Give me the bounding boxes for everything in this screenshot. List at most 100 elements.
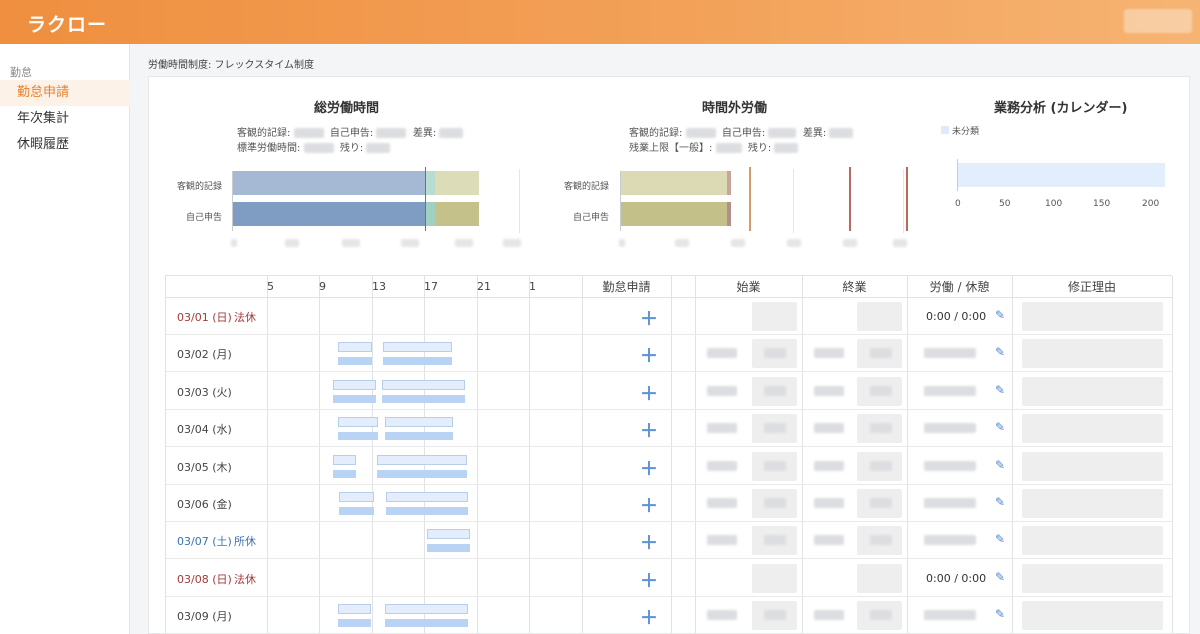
analysis-unclassified-bar: [958, 163, 1165, 187]
edit-pencil-icon[interactable]: ✎: [995, 607, 1005, 621]
row-day-type-tag: 所休: [234, 535, 256, 549]
start-time-input[interactable]: [752, 563, 797, 593]
add-request-button[interactable]: ＋: [640, 342, 658, 368]
total-hours-title: 総労働時間: [314, 101, 380, 116]
blurred-value: [924, 535, 976, 546]
edit-pencil-icon[interactable]: ✎: [995, 345, 1005, 359]
sidebar-item-annual-summary[interactable]: 年次集計: [0, 106, 130, 132]
edit-pencil-icon[interactable]: ✎: [995, 420, 1005, 434]
row-date: 03/09 (月): [177, 610, 232, 624]
blurred-value: [924, 385, 976, 396]
edit-pencil-icon[interactable]: ✎: [995, 532, 1005, 546]
edit-pencil-icon[interactable]: ✎: [995, 495, 1005, 509]
timeline-activity-block[interactable]: [386, 492, 468, 502]
blurred-value: [764, 535, 786, 546]
correction-reason-input[interactable]: [1022, 563, 1163, 593]
table-row: 03/07 (土) 所休 ＋ ✎: [166, 522, 1173, 560]
correction-reason-input[interactable]: [1022, 489, 1163, 518]
timeline-work-bar: [333, 469, 356, 478]
blurred-value: [924, 460, 976, 471]
table-row: 03/06 (金) ＋ ✎: [166, 485, 1173, 522]
blurred-value: [764, 385, 786, 396]
table-header: 5 9 13 17 21 1 勤怠申請 始業 終業 労働 / 休憩 修正理由: [166, 276, 1173, 298]
row-date: 03/08 (日): [177, 572, 232, 586]
timeline-activity-block[interactable]: [338, 342, 372, 353]
timeline-activity-block[interactable]: [382, 379, 465, 390]
timeline-work-bar: [338, 619, 371, 628]
timeline-activity-block[interactable]: [385, 604, 468, 615]
end-time-input[interactable]: [857, 302, 902, 331]
overtime-stats-1: 客観的記録: 自己申告: 差異:: [629, 124, 854, 139]
blurred-value: [764, 610, 786, 621]
blurred-value: [870, 460, 892, 471]
sidebar: 勤怠 勤怠申請 年次集計 休暇履歴: [0, 44, 130, 634]
timeline-activity-block[interactable]: [333, 379, 376, 390]
end-time-input[interactable]: [857, 563, 902, 593]
correction-reason-input[interactable]: [1022, 339, 1163, 369]
add-request-button[interactable]: ＋: [640, 529, 658, 555]
total-self-bar-base: [233, 202, 425, 226]
add-request-button[interactable]: ＋: [640, 305, 658, 331]
blurred-value: [870, 348, 892, 359]
timeline-work-bar: [382, 394, 465, 403]
sidebar-item-leave-history[interactable]: 休暇履歴: [0, 132, 130, 158]
timeline-activity-block[interactable]: [338, 604, 371, 615]
timeline-activity-block[interactable]: [333, 454, 356, 465]
correction-reason-input[interactable]: [1022, 526, 1163, 556]
timeline-activity-block[interactable]: [383, 342, 452, 353]
table-row: 03/03 (火) ＋ ✎: [166, 373, 1173, 410]
total-hours-stats-2: 標準労働時間: 残り:: [237, 139, 391, 154]
user-menu-button[interactable]: [1124, 9, 1192, 33]
edit-pencil-icon[interactable]: ✎: [995, 570, 1005, 584]
blurred-value: [870, 535, 892, 546]
work-break-value: 0:00 / 0:00: [926, 310, 987, 323]
unclassified-legend-swatch[interactable]: [941, 126, 949, 134]
timeline-activity-block[interactable]: [339, 492, 374, 502]
blurred-value: [924, 498, 976, 508]
row-date: 03/02 (月): [177, 348, 232, 362]
timeline-hour-label: 9: [319, 280, 326, 293]
blurred-value: [764, 423, 786, 434]
row-date: 03/03 (火): [177, 385, 232, 399]
total-row-objective-label: 客観的記録: [176, 182, 222, 192]
correction-reason-input[interactable]: [1022, 302, 1163, 331]
blurred-value: [707, 498, 737, 508]
blurred-value: [870, 610, 892, 621]
add-request-button[interactable]: ＋: [640, 604, 658, 630]
unclassified-legend-label[interactable]: 未分類: [952, 124, 979, 137]
edit-pencil-icon[interactable]: ✎: [995, 383, 1005, 397]
add-request-button[interactable]: ＋: [640, 567, 658, 593]
correction-reason-input[interactable]: [1022, 414, 1163, 444]
start-time-input[interactable]: [752, 302, 797, 331]
blurred-value: [707, 535, 737, 546]
app-logo[interactable]: ラクロー: [27, 10, 107, 37]
timeline-activity-block[interactable]: [338, 417, 378, 428]
sidebar-item-attendance-request[interactable]: 勤怠申請: [0, 80, 130, 106]
timeline-activity-block[interactable]: [385, 417, 453, 428]
add-request-button[interactable]: ＋: [640, 380, 658, 406]
add-request-button[interactable]: ＋: [640, 455, 658, 481]
blurred-value: [814, 610, 844, 621]
row-date: 03/01 (日): [177, 311, 232, 324]
sidebar-section-title: 勤怠: [10, 66, 32, 79]
row-day-type-tag: 法休: [234, 311, 256, 324]
edit-pencil-icon[interactable]: ✎: [995, 308, 1005, 322]
blurred-value: [764, 498, 786, 508]
add-request-button[interactable]: ＋: [640, 492, 658, 518]
blurred-value: [870, 498, 892, 508]
work-break-value: 0:00 / 0:00: [926, 571, 987, 585]
correction-reason-input[interactable]: [1022, 601, 1163, 631]
timeline-work-bar: [383, 357, 452, 366]
correction-reason-input[interactable]: [1022, 376, 1163, 406]
table-row: 03/09 (月) ＋ ✎: [166, 597, 1173, 634]
timeline-activity-block[interactable]: [377, 454, 467, 465]
table-row: 03/02 (月) ＋ ✎: [166, 335, 1173, 373]
edit-pencil-icon[interactable]: ✎: [995, 458, 1005, 472]
timeline-activity-block[interactable]: [427, 529, 470, 540]
add-request-button[interactable]: ＋: [640, 417, 658, 443]
timeline-work-bar: [338, 432, 378, 441]
total-objective-bar-base: [233, 171, 425, 195]
blurred-value: [707, 460, 737, 471]
correction-reason-input[interactable]: [1022, 451, 1163, 481]
blurred-value: [707, 423, 737, 434]
